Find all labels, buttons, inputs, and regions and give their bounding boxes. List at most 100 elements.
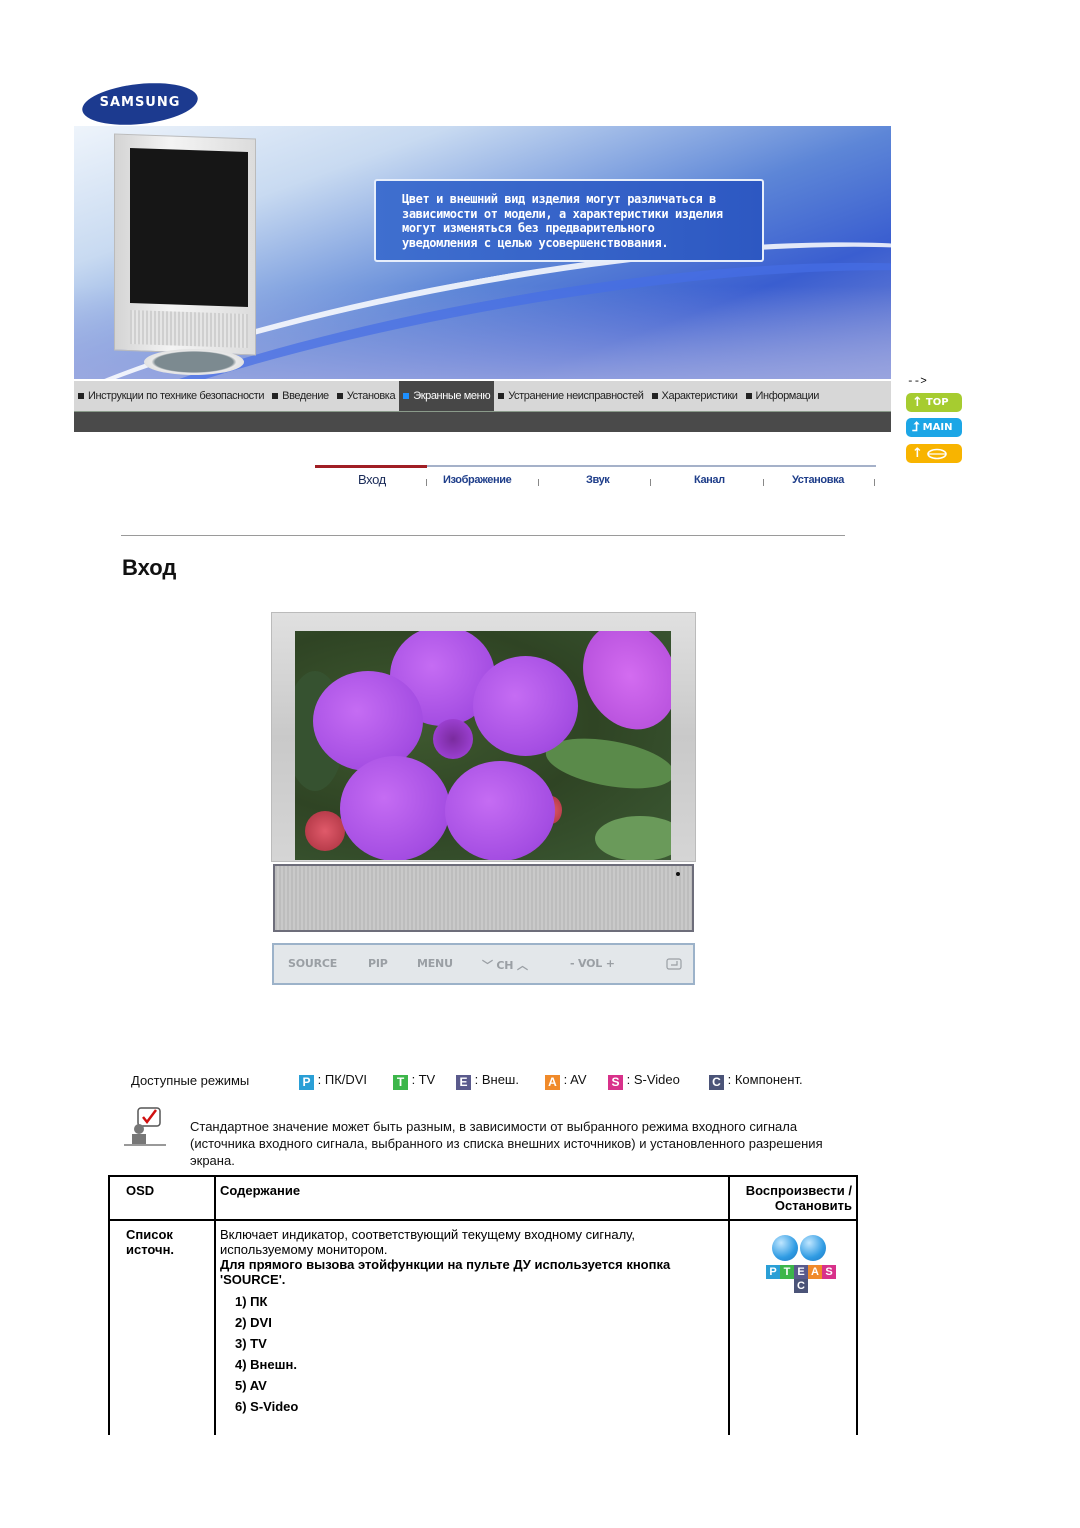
mode-tile-e: E xyxy=(794,1265,808,1279)
disclaimer-box: Цвет и внешний вид изделия могут различа… xyxy=(374,179,764,262)
monitor-stand xyxy=(144,349,244,375)
osd-table: OSD Содержание Воспроизвести /Остановить… xyxy=(108,1175,858,1435)
turn-arrow-icon: ⮥ xyxy=(912,420,920,435)
play-button-icon[interactable] xyxy=(772,1235,798,1261)
mode-badge-e: E xyxy=(456,1075,471,1090)
mode-badge-t: T xyxy=(393,1075,408,1090)
header-osd: OSD xyxy=(108,1175,216,1221)
stop-button-icon[interactable] xyxy=(800,1235,826,1261)
sub-tabs: Вход Изображение Звук Канал Установка xyxy=(315,465,876,491)
header-content: Содержание xyxy=(214,1175,730,1221)
note-check-icon xyxy=(124,1107,166,1146)
tab-separator xyxy=(426,479,427,486)
mode-badge-p: P xyxy=(299,1075,314,1090)
tab-sound[interactable]: Звук xyxy=(586,474,610,486)
stray-comment-text: --> xyxy=(907,376,927,388)
mode-badge-a: A xyxy=(545,1075,560,1090)
mode-badge-s: S xyxy=(608,1075,623,1090)
bullet-icon xyxy=(403,393,410,399)
mode-badge-c: C xyxy=(709,1075,724,1090)
nav-item-intro[interactable]: Введение xyxy=(268,381,333,411)
page-title: Вход xyxy=(122,555,177,580)
disclaimer-line: уведомления с целью усовершенствования. xyxy=(402,235,669,250)
list-item: 1) ПК xyxy=(235,1294,268,1309)
list-item: 4) Внешн. xyxy=(235,1357,297,1372)
mode-tile-a: A xyxy=(808,1265,822,1279)
arrow-up-icon: ↑ xyxy=(912,446,923,461)
source-button[interactable]: SOURCE xyxy=(288,957,337,970)
row-osd-name: Список источн. xyxy=(108,1219,216,1435)
main-nav: Инструкции по технике безопасности Введе… xyxy=(74,381,891,412)
arrow-up-icon: ↑ xyxy=(912,395,923,410)
mode-tile-t: T xyxy=(780,1265,794,1279)
tab-separator xyxy=(874,479,875,486)
note-text: Стандартное значение может быть разным, … xyxy=(190,1119,823,1168)
logo-text: SAMSUNG xyxy=(99,95,181,110)
bullet-icon xyxy=(745,393,752,399)
monitor-speaker xyxy=(130,309,248,349)
monitor-screen xyxy=(130,147,248,308)
list-item: 6) S-Video xyxy=(235,1399,299,1414)
mode-svideo: S : S-Video xyxy=(608,1072,680,1090)
header-banner: Цвет и внешний вид изделия могут различа… xyxy=(74,126,891,379)
tab-separator xyxy=(538,479,539,486)
mode-tv: T : TV xyxy=(393,1072,435,1090)
tab-separator xyxy=(763,479,764,486)
modes-label: Доступные режимы xyxy=(131,1073,250,1088)
power-led xyxy=(676,872,680,876)
list-item: 3) TV xyxy=(235,1336,267,1351)
play-stop-control: P T E A S C xyxy=(760,1235,840,1307)
row-play-cell: P T E A S C xyxy=(728,1219,858,1435)
bullet-icon xyxy=(78,393,84,399)
menu-button[interactable]: MENU xyxy=(417,957,453,970)
lips-icon xyxy=(927,448,947,459)
nav-item-setup[interactable]: Установка xyxy=(333,381,399,411)
mode-component: C : Компонент. xyxy=(709,1072,803,1090)
tab-picture[interactable]: Изображение xyxy=(443,474,512,486)
bullet-icon xyxy=(498,393,505,399)
channel-buttons[interactable]: ﹀ CH ︿ xyxy=(482,957,528,973)
enter-icon[interactable] xyxy=(666,958,682,970)
top-button[interactable]: ↑ TOP xyxy=(906,393,962,412)
tv-speaker-grille xyxy=(273,864,694,932)
mode-tile-s: S xyxy=(822,1265,836,1279)
nav-item-troubleshooting[interactable]: Устранение неисправностей xyxy=(494,381,647,411)
nav-item-info[interactable]: Информации xyxy=(742,381,824,411)
control-panel: SOURCE PIP MENU ﹀ CH ︿ - VOL + xyxy=(272,943,695,985)
active-tab-indicator xyxy=(315,465,427,468)
list-item: 2) DVI xyxy=(235,1315,272,1330)
bullet-icon xyxy=(651,393,658,399)
disclaimer-line: Цвет и внешний вид изделия могут различа… xyxy=(402,192,716,206)
mode-pc: P : ПК/DVI xyxy=(299,1072,367,1090)
header-play-stop: Воспроизвести /Остановить xyxy=(728,1175,858,1221)
bullet-icon xyxy=(336,393,343,399)
nav-item-safety[interactable]: Инструкции по технике безопасности xyxy=(74,381,268,411)
nav-item-specs[interactable]: Характеристики xyxy=(648,381,742,411)
tab-setup[interactable]: Установка xyxy=(792,474,844,486)
table-row: Список источн. Включает индикатор, соотв… xyxy=(108,1219,858,1435)
up-button[interactable]: ↑ xyxy=(906,444,962,463)
disclaimer-line: зависимости от модели, а характеристики … xyxy=(402,206,723,221)
nav-item-osd[interactable]: Экранные меню xyxy=(399,381,495,411)
table-header-row: OSD Содержание Воспроизвести /Остановить xyxy=(108,1175,858,1221)
volume-buttons[interactable]: - VOL + xyxy=(570,957,615,970)
mode-tile-c: C xyxy=(794,1279,808,1293)
pip-button[interactable]: PIP xyxy=(368,957,388,970)
mode-av: A : AV xyxy=(545,1072,587,1090)
tab-separator xyxy=(650,479,651,486)
row-content: Включает индикатор, соответствующий теку… xyxy=(214,1219,730,1435)
divider xyxy=(121,535,845,536)
source-list: 1) ПК 2) DVI 3) TV 4) Внешн. 5) AV 6) S-… xyxy=(220,1291,724,1417)
tv-illustration xyxy=(271,612,696,932)
mode-tile-p: P xyxy=(766,1265,780,1279)
tab-channel[interactable]: Канал xyxy=(694,474,725,486)
disclaimer-line: могут изменяться без предварительного xyxy=(402,221,655,235)
samsung-logo[interactable]: SAMSUNG xyxy=(80,78,200,130)
tab-input[interactable]: Вход xyxy=(358,472,386,487)
mode-ext: E : Внеш. xyxy=(456,1072,519,1090)
nav-underbar xyxy=(74,412,891,432)
row-bold-description: Для прямого вызова этойфункции на пульте… xyxy=(220,1257,671,1287)
tv-screen-flower-image xyxy=(295,631,671,860)
list-item: 5) AV xyxy=(235,1378,267,1393)
main-button[interactable]: ⮥ MAIN xyxy=(906,418,962,437)
